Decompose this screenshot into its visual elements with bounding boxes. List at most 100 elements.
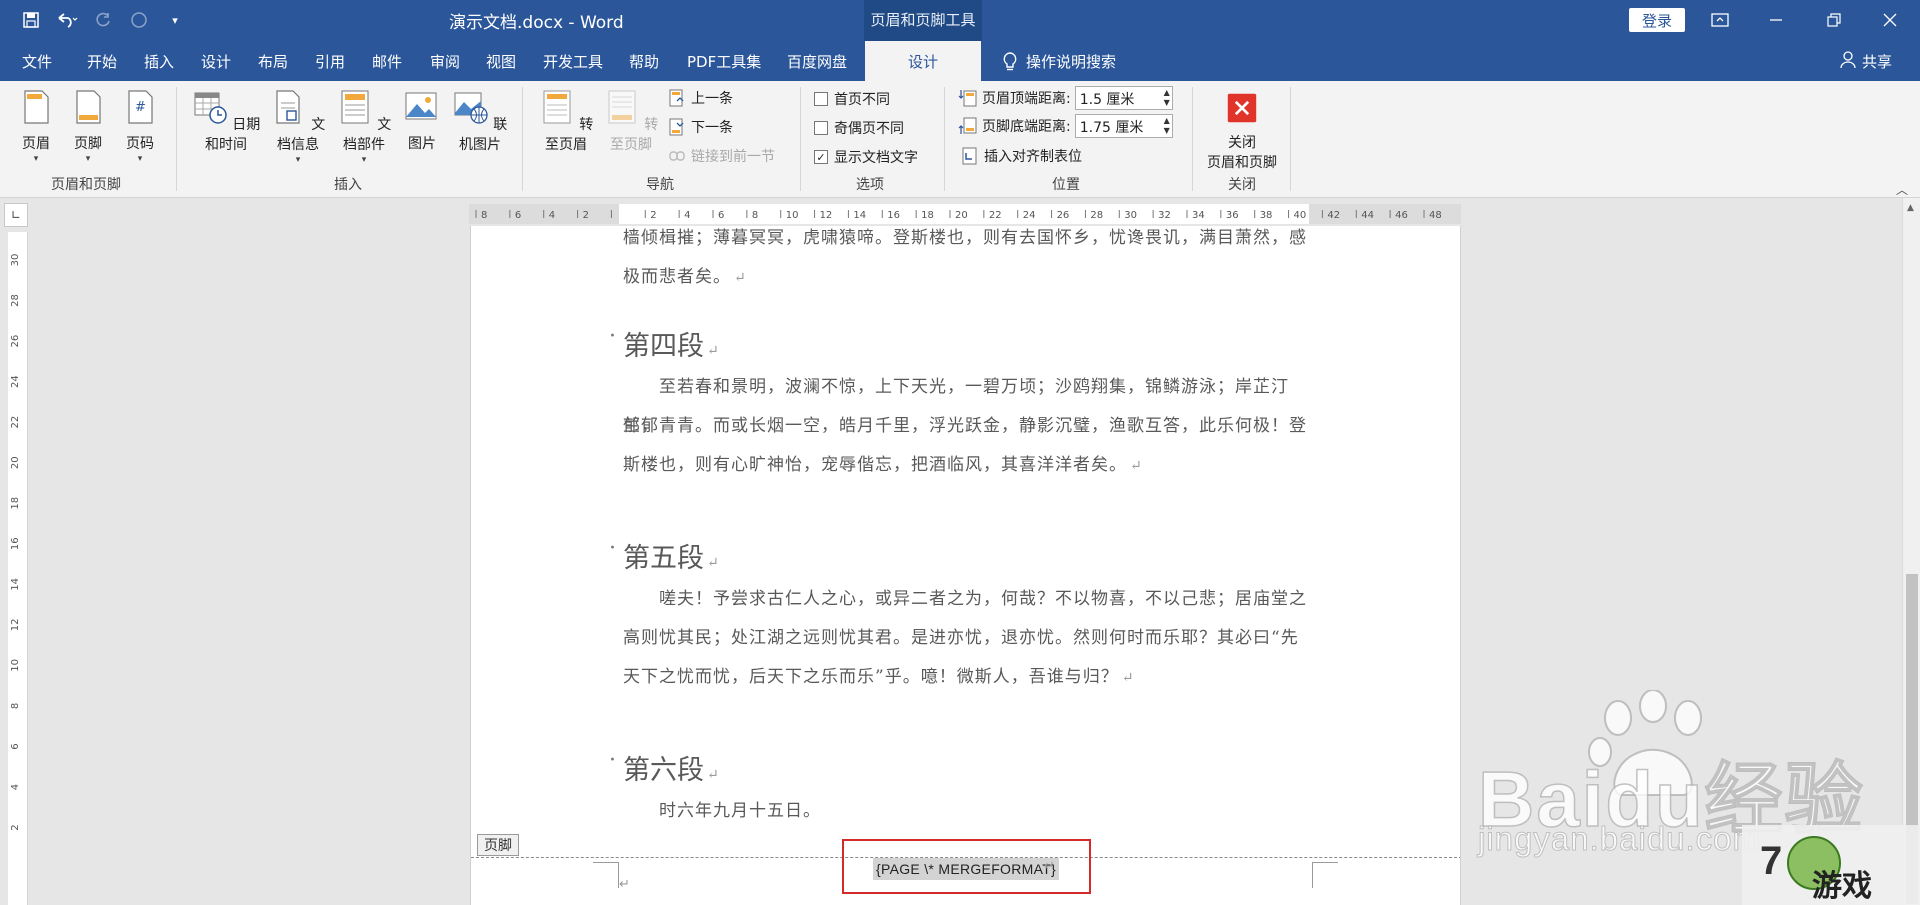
calendar-clock-icon xyxy=(194,92,227,124)
tell-me-label: 操作说明搜索 xyxy=(1026,53,1117,71)
page-number-button[interactable]: # 页码 ▾ xyxy=(122,89,158,164)
header-top-distance: 页眉顶端距离: 1.5 厘米 ▲ ▼ xyxy=(958,86,1173,110)
ruler-tick-label: 8 xyxy=(752,210,758,221)
footer-icon xyxy=(76,90,101,124)
vertical-ruler[interactable]: 302826242220181614121086422 xyxy=(8,232,28,905)
tab-view[interactable]: 视图 xyxy=(486,41,516,81)
ruler-tick-label: 28 xyxy=(10,294,21,307)
redo-icon[interactable] xyxy=(90,6,116,34)
collapse-ribbon-icon[interactable]: ︿ xyxy=(1896,181,1908,198)
tab-layout[interactable]: 布局 xyxy=(258,41,288,81)
ruler-tick-label: 36 xyxy=(1226,210,1239,221)
crop-mark xyxy=(1312,862,1338,888)
footer-bottom-value: 1.75 厘米 xyxy=(1079,120,1144,136)
paragraph-mark: ↵ xyxy=(619,877,630,892)
tab-insert[interactable]: 插入 xyxy=(144,41,174,81)
next-button[interactable]: 下一条 xyxy=(669,117,733,137)
ruler-tick-label: 6 xyxy=(10,743,21,749)
restore-icon[interactable] xyxy=(1806,0,1862,40)
paragraph-line: 天下之忧而忧，后天下之乐而乐”乎。噫！微斯人，吾谁与归？ ↵ xyxy=(623,667,1135,687)
different-first-page-checkbox[interactable]: 首页不同 xyxy=(814,89,890,109)
quick-access-toolbar: ▾ xyxy=(18,6,188,34)
tab-references[interactable]: 引用 xyxy=(315,41,345,81)
ruler-tick-label: 18 xyxy=(921,210,934,221)
customize-qat-icon[interactable]: ▾ xyxy=(162,6,188,34)
login-button[interactable]: 登录 xyxy=(1629,8,1685,32)
tab-pdf-tools[interactable]: PDF工具集 xyxy=(687,41,761,81)
ruler-tick-label: 16 xyxy=(887,210,900,221)
ruler-tick-label: 4 xyxy=(549,210,555,221)
close-line1-label: 关闭 xyxy=(1228,135,1256,151)
close-header-footer-button[interactable]: 关闭 页眉和页脚 xyxy=(1200,92,1284,172)
go-to-footer-button[interactable]: 转至页脚 xyxy=(599,89,663,154)
watermark-url: jingyan.baidu.com xyxy=(1478,820,1761,858)
ruler-tick-label: 44 xyxy=(1361,210,1374,221)
close-window-icon[interactable] xyxy=(1862,0,1918,40)
share-button[interactable]: 共享 xyxy=(1840,51,1892,72)
tab-home[interactable]: 开始 xyxy=(87,41,117,81)
ruler-ticks: 8 6 4 2 2 4 6 8 10 12 14 16 18 20 22 24 26 28 30 32 34 36 38 40… xyxy=(475,210,1442,221)
heading-section-4: 第四段↵ xyxy=(609,324,719,363)
group-divider xyxy=(522,87,523,191)
tab-mailings[interactable]: 邮件 xyxy=(372,41,402,81)
group-label-header-footer: 页眉和页脚 xyxy=(51,177,121,193)
online-picture-button[interactable]: 联机图片 xyxy=(448,89,512,154)
group-divider xyxy=(1192,87,1193,191)
different-odd-even-checkbox[interactable]: 奇偶页不同 xyxy=(814,118,904,138)
ruler-tick-label: 4 xyxy=(684,210,690,221)
heading-section-6: 第六段↵ xyxy=(609,748,719,787)
svg-text:#: # xyxy=(135,100,146,115)
picture-label: 图片 xyxy=(408,136,436,152)
ribbon-display-options-icon[interactable] xyxy=(1692,0,1748,40)
go-to-header-button[interactable]: 转至页眉 xyxy=(534,89,598,154)
tab-developer[interactable]: 开发工具 xyxy=(543,41,603,81)
ruler-tick-label: 10 xyxy=(786,210,799,221)
go-to-header-icon xyxy=(543,90,571,124)
insert-alignment-tab-label: 插入对齐制表位 xyxy=(984,149,1082,165)
link-icon xyxy=(669,151,685,161)
crop-mark xyxy=(593,862,619,888)
tab-review[interactable]: 审阅 xyxy=(430,41,460,81)
footer-bottom-spinner[interactable]: 1.75 厘米 ▲ ▼ xyxy=(1074,114,1173,138)
save-icon[interactable] xyxy=(18,6,44,34)
close-line2-label: 页眉和页脚 xyxy=(1207,155,1277,171)
horizontal-ruler[interactable]: 8 6 4 2 2 4 6 8 10 12 14 16 18 20 22 24 26 28 30 32 34 36 38 40… xyxy=(469,204,1461,224)
document-info-button[interactable]: 文档信息 ▾ xyxy=(266,89,330,165)
tab-help[interactable]: 帮助 xyxy=(629,41,659,81)
tab-selector[interactable]: ∟ xyxy=(4,203,28,227)
title-bar: ▾ 演示文档.docx - Word 页眉和页脚工具 登录 xyxy=(0,0,1920,42)
paragraph-line: 时六年九月十五日。 xyxy=(659,801,821,821)
show-document-text-checkbox[interactable]: ✓ 显示文档文字 xyxy=(814,147,918,167)
tab-baidu-netdisk[interactable]: 百度网盘 xyxy=(787,41,847,81)
spinner-arrows-icon[interactable]: ▲ ▼ xyxy=(1164,116,1170,136)
logo-numeral: 7 xyxy=(1760,839,1783,883)
spinner-arrows-icon[interactable]: ▲ ▼ xyxy=(1164,88,1170,108)
tab-file[interactable]: 文件 xyxy=(22,41,52,81)
different-odd-even-label: 奇偶页不同 xyxy=(834,121,904,137)
undo-icon[interactable] xyxy=(54,6,80,34)
picture-button[interactable]: 图片 xyxy=(404,89,440,153)
tab-header-footer-design[interactable]: 设计 xyxy=(865,41,981,81)
previous-button[interactable]: 上一条 xyxy=(669,88,733,108)
scroll-up-icon[interactable]: ▲ xyxy=(1907,203,1914,213)
tell-me-search[interactable]: 操作说明搜索 xyxy=(1002,51,1116,72)
minimize-icon[interactable] xyxy=(1748,0,1804,40)
quick-parts-button[interactable]: 文档部件 ▾ xyxy=(332,89,396,165)
document-page[interactable]: 樯倾楫摧；薄暮冥冥，虎啸猿啼。登斯楼也，则有去国怀乡，忧谗畏讥，满目萧然，感 极… xyxy=(470,226,1461,905)
insert-alignment-tab-button[interactable]: 插入对齐制表位 xyxy=(962,146,1082,166)
group-label-close: 关闭 xyxy=(1228,177,1256,193)
header-button[interactable]: 页眉 ▾ xyxy=(18,89,54,164)
header-top-spinner[interactable]: 1.5 厘米 ▲ ▼ xyxy=(1074,86,1173,110)
tab-design[interactable]: 设计 xyxy=(201,41,231,81)
date-time-button[interactable]: 日期和时间 xyxy=(186,89,266,154)
footer-bottom-distance: 页脚底端距离: 1.75 厘米 ▲ ▼ xyxy=(958,114,1173,138)
quick-parts-icon xyxy=(341,90,369,124)
footer-button[interactable]: 页脚 ▾ xyxy=(70,89,106,164)
link-to-previous-button[interactable]: 链接到前一节 xyxy=(669,146,775,166)
ruler-tick-label: 28 xyxy=(1090,210,1103,221)
dropdown-caret-icon: ▾ xyxy=(33,154,39,164)
ruler-tick-label: 26 xyxy=(1057,210,1070,221)
next-label: 下一条 xyxy=(691,120,733,136)
vertical-scrollbar[interactable]: ▲ xyxy=(1902,198,1920,905)
circle-icon[interactable] xyxy=(126,6,152,34)
